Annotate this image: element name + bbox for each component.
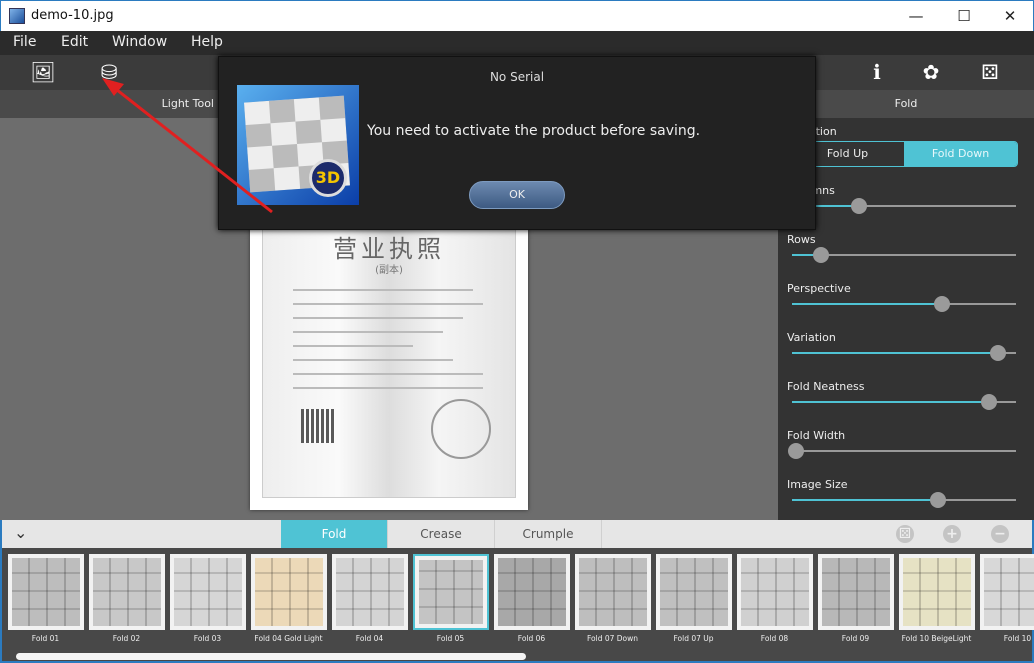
- variation-label: Variation: [787, 331, 836, 344]
- rows-label: Rows: [787, 233, 816, 246]
- dialog-message: You need to activate the product before …: [367, 123, 701, 139]
- preset-thumbnail[interactable]: [170, 554, 246, 630]
- menu-edit[interactable]: Edit: [61, 34, 88, 50]
- preset-tab-bar: ⌄ Fold Crease Crumple ⚄ + −: [0, 520, 1034, 548]
- random-icon[interactable]: ⚄: [896, 525, 914, 543]
- preset-label: Fold 09: [841, 634, 870, 643]
- dialog-title: No Serial: [489, 70, 545, 84]
- preset-label: Fold 10 BeigeLight: [901, 634, 972, 643]
- close-button[interactable]: ✕: [995, 5, 1025, 27]
- preset-thumbnail[interactable]: [251, 554, 327, 630]
- preset-thumbnail[interactable]: [8, 554, 84, 630]
- title-bar: demo-10.jpg — ☐ ✕: [0, 0, 1034, 31]
- preset-label: Fold 10: [1003, 634, 1032, 643]
- perspective-label: Perspective: [787, 282, 851, 295]
- perspective-slider-handle[interactable]: [934, 296, 951, 312]
- preset-thumbnail[interactable]: [980, 554, 1034, 630]
- direction-toggle: Fold Up Fold Down: [790, 141, 1018, 167]
- ok-button[interactable]: OK: [469, 181, 565, 209]
- maximize-button[interactable]: ☐: [949, 5, 979, 27]
- perspective-slider[interactable]: [792, 296, 1016, 312]
- fold-neatness-label: Fold Neatness: [787, 380, 865, 393]
- preset-label: Fold 08: [760, 634, 789, 643]
- minimize-button[interactable]: —: [901, 5, 931, 27]
- fold-width-label: Fold Width: [787, 429, 846, 442]
- image-icon[interactable]: 🖼: [28, 59, 58, 85]
- fold-header: Fold: [778, 90, 1034, 118]
- preset-thumbnail[interactable]: [656, 554, 732, 630]
- document-subheading: (副本): [375, 265, 403, 276]
- fold-down-option[interactable]: Fold Down: [904, 142, 1017, 166]
- fold-neatness-slider-handle[interactable]: [981, 394, 998, 410]
- preset-thumbnail[interactable]: [737, 554, 813, 630]
- preset-label: Fold 06: [517, 634, 546, 643]
- image-size-label: Image Size: [787, 478, 848, 491]
- save-icon[interactable]: ⛁: [94, 59, 124, 85]
- rows-slider-handle[interactable]: [813, 247, 830, 263]
- preset-thumbnail[interactable]: [413, 554, 489, 630]
- preset-thumbnail[interactable]: [332, 554, 408, 630]
- preset-label: Fold 04 Gold Light: [254, 634, 323, 643]
- preset-label: Fold 03: [193, 634, 222, 643]
- tab-crumple[interactable]: Crumple: [495, 520, 602, 548]
- preset-thumbnail[interactable]: [818, 554, 894, 630]
- rows-slider[interactable]: [792, 247, 1016, 263]
- app-icon: [9, 8, 25, 24]
- fold-width-slider[interactable]: [788, 443, 1016, 459]
- settings-icon[interactable]: ✿: [916, 59, 946, 85]
- document-heading: 营业执照: [333, 235, 445, 263]
- info-icon[interactable]: ℹ: [862, 59, 892, 85]
- menu-help[interactable]: Help: [191, 34, 223, 50]
- menu-file[interactable]: File: [13, 34, 36, 50]
- image-size-slider[interactable]: [792, 492, 1016, 508]
- qr-code: [301, 409, 335, 443]
- fold-neatness-slider[interactable]: [792, 394, 1016, 410]
- document-preview: 营业执照 (副本): [250, 210, 528, 510]
- dice-icon[interactable]: ⚄: [975, 59, 1005, 85]
- no-serial-dialog: No Serial 3D You need to activate the pr…: [218, 56, 816, 230]
- app-logo: 3D: [237, 85, 359, 205]
- preset-thumbnail[interactable]: [575, 554, 651, 630]
- preset-label: Fold 07 Up: [673, 634, 714, 643]
- preset-strip: Fold 01 Fold 02 Fold 03 Fold 04 Gold Lig…: [0, 548, 1034, 663]
- window-title: demo-10.jpg: [31, 8, 114, 23]
- light-tool-label: Light Tool: [161, 97, 214, 110]
- preset-label: Fold 04: [355, 634, 384, 643]
- tab-fold[interactable]: Fold: [281, 520, 388, 548]
- remove-icon[interactable]: −: [991, 525, 1009, 543]
- collapse-chevron-icon[interactable]: ⌄: [14, 523, 27, 542]
- preset-label: Fold 02: [112, 634, 141, 643]
- seal: [431, 399, 491, 459]
- preset-thumbnail[interactable]: [899, 554, 975, 630]
- variation-slider-handle[interactable]: [990, 345, 1007, 361]
- preset-thumbnail[interactable]: [494, 554, 570, 630]
- image-size-slider-handle[interactable]: [929, 492, 946, 508]
- menu-bar: File Edit Window Help: [0, 31, 1034, 55]
- horizontal-scrollbar[interactable]: [16, 653, 526, 660]
- columns-slider[interactable]: [792, 198, 1016, 214]
- preset-label: Fold 07 Down: [586, 634, 639, 643]
- preset-label: Fold 05: [436, 634, 465, 643]
- variation-slider[interactable]: [792, 345, 1016, 361]
- menu-window[interactable]: Window: [112, 34, 167, 50]
- preset-thumbnail[interactable]: [89, 554, 165, 630]
- tab-crease[interactable]: Crease: [388, 520, 495, 548]
- preset-label: Fold 01: [31, 634, 60, 643]
- add-icon[interactable]: +: [943, 525, 961, 543]
